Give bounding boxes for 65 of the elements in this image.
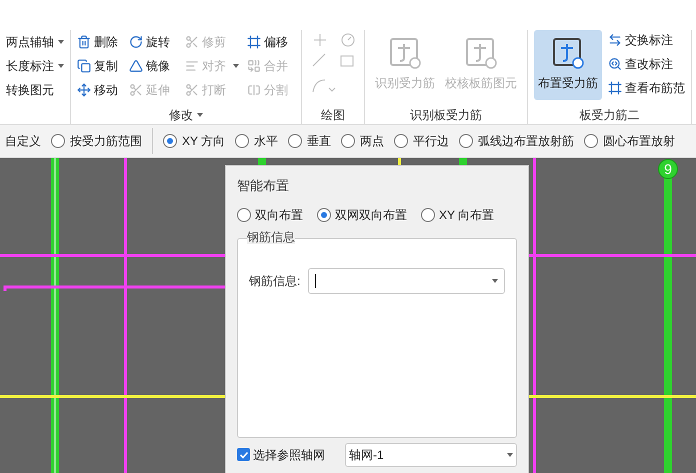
- option-label: XY 方向: [182, 133, 226, 150]
- ribbon-button[interactable]: 查看布筋范: [608, 78, 685, 97]
- checkbox-label: 选择参照轴网: [253, 446, 325, 464]
- field-label: 钢筋信息:: [249, 272, 300, 290]
- rebar-icon: [551, 36, 585, 70]
- ribbon-button[interactable]: 镜像: [129, 56, 185, 75]
- align-icon: [185, 58, 199, 72]
- option-label: 平行边: [413, 133, 450, 150]
- radio-button[interactable]: [584, 134, 598, 148]
- option-label: 水平: [254, 133, 278, 150]
- group-label: 绘图: [321, 107, 345, 124]
- rebar-icon: [464, 36, 498, 70]
- trash-icon: [77, 34, 91, 48]
- ribbon-button[interactable]: 删除: [77, 32, 129, 51]
- axis-label: 9: [658, 159, 678, 179]
- radio-button[interactable]: [341, 134, 356, 148]
- swap-icon: [608, 32, 622, 46]
- ribbon-button[interactable]: 移动: [77, 80, 129, 99]
- ribbon-big-button[interactable]: 布置受力筋: [534, 30, 602, 100]
- ribbon-button[interactable]: 交换标注: [608, 30, 685, 49]
- group-label: 板受力筋二: [580, 107, 640, 124]
- ribbon-button[interactable]: 旋转: [129, 32, 185, 51]
- option-label: XY 向布置: [439, 206, 494, 224]
- option-label: 垂直: [307, 133, 332, 150]
- option-label: 两点: [360, 133, 384, 150]
- move-icon: [77, 82, 91, 96]
- radio-button[interactable]: [421, 208, 435, 222]
- ribbon-button[interactable]: 复制: [77, 56, 129, 75]
- option-label: 圆心布置放射: [603, 133, 676, 150]
- ribbon-button[interactable]: 转换图元: [6, 80, 64, 99]
- ribbon-button[interactable]: 偏移: [247, 32, 295, 51]
- dialog-title: 智能布置: [237, 177, 290, 195]
- scissors-icon: [129, 82, 143, 96]
- radio-button[interactable]: [317, 208, 331, 222]
- grid-select[interactable]: 轴网-1: [345, 442, 517, 466]
- ribbon-button[interactable]: 两点辅轴: [6, 32, 64, 51]
- scissors-icon: [185, 82, 199, 96]
- radio-button[interactable]: [288, 134, 302, 148]
- option-label: 按受力筋范围: [70, 133, 142, 150]
- ribbon-button[interactable]: 长度标注: [6, 56, 64, 75]
- rotate-icon: [129, 34, 143, 48]
- group-label: 修改: [169, 106, 203, 124]
- radio-button[interactable]: [235, 134, 250, 148]
- option-label: 弧线边布置放射筋: [478, 133, 574, 150]
- group-title: 钢筋信息: [247, 230, 295, 244]
- radio-button[interactable]: [459, 134, 474, 148]
- option-label: 双向布置: [255, 206, 303, 224]
- rebar-icon: [388, 36, 422, 70]
- merge-icon: [247, 58, 261, 72]
- checkbox[interactable]: [237, 448, 250, 461]
- copy-icon: [77, 58, 91, 72]
- option-label: 双网双向布置: [335, 206, 407, 224]
- caret-icon: [507, 452, 513, 456]
- radio-button[interactable]: [394, 134, 408, 148]
- radio-button[interactable]: [237, 208, 251, 222]
- caret-icon: [492, 278, 498, 282]
- option-label: 自定义: [5, 133, 41, 150]
- radio-button[interactable]: [51, 134, 65, 148]
- triangle-icon: [129, 58, 143, 72]
- group-label: 识别板受力筋: [410, 107, 482, 124]
- scissors-icon: [185, 34, 199, 48]
- ribbon-button[interactable]: 查改标注: [608, 54, 685, 73]
- search-icon: [608, 56, 622, 70]
- split-icon: [247, 82, 261, 96]
- radio-button[interactable]: [163, 134, 177, 148]
